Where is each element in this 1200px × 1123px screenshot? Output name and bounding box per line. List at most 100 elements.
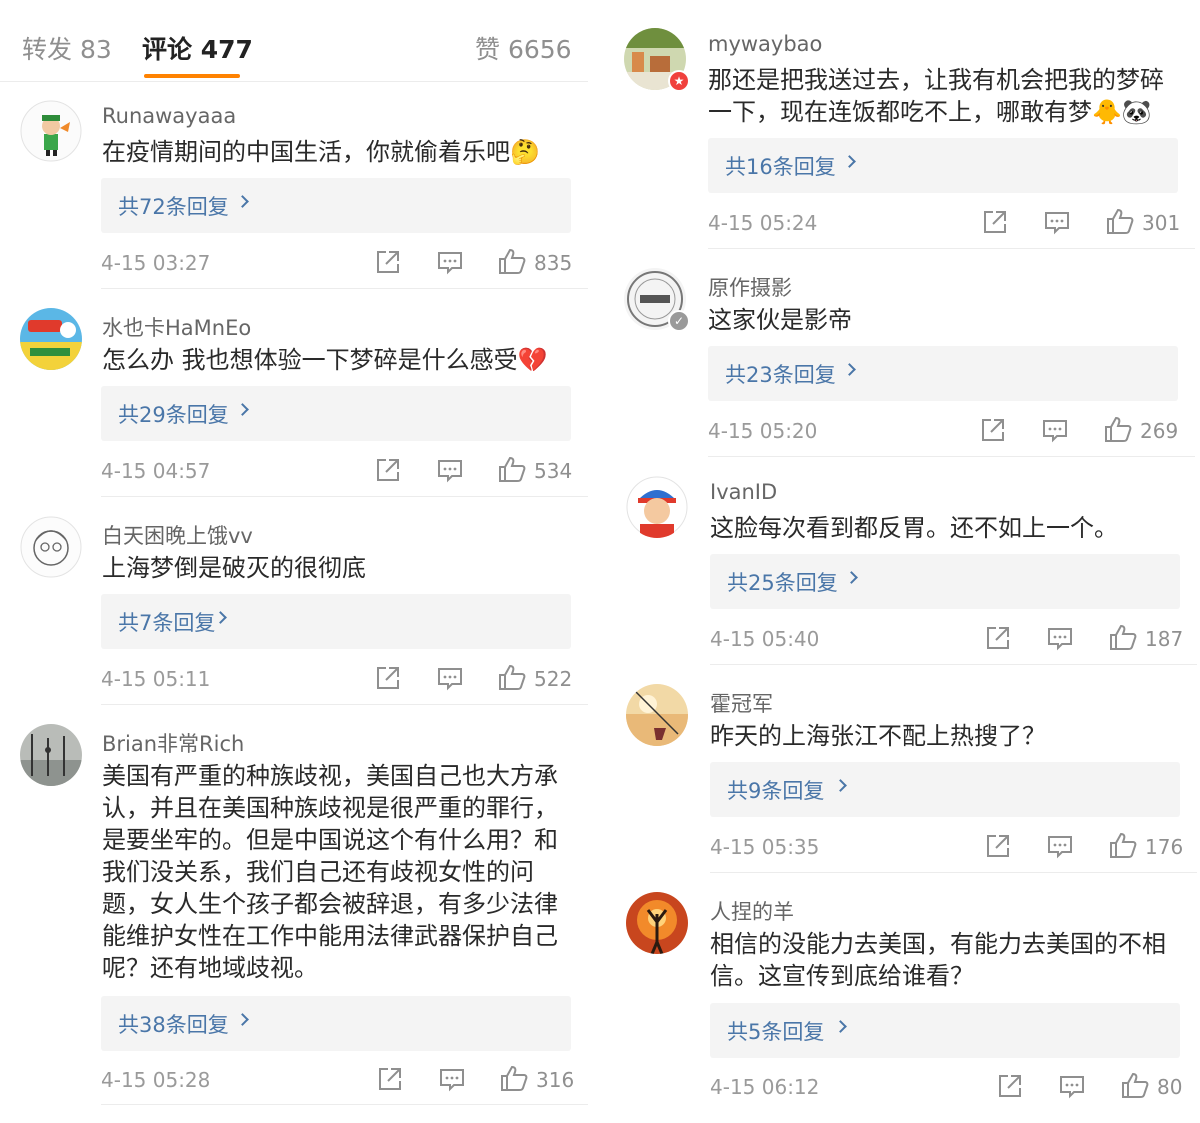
comment-icon[interactable] <box>1047 625 1073 655</box>
comment-text: 那还是把我送过去，让我有机会把我的梦碎一下，现在连饭都吃不上，哪敢有梦🐥🐼 <box>708 66 1164 126</box>
share-icon[interactable] <box>985 625 1011 655</box>
comment-time: 4-15 05:28 <box>101 1068 211 1092</box>
like-icon[interactable] <box>1109 623 1137 655</box>
like-count: 522 <box>534 667 573 691</box>
like-icon[interactable] <box>1121 1071 1149 1103</box>
comment-icon[interactable] <box>437 665 463 695</box>
view-replies-button[interactable]: 共23条回复 <box>708 346 1178 401</box>
share-icon[interactable] <box>985 833 1011 863</box>
comment-item: ★ mywaybao 那还是把我送过去，让我有机会把我的梦碎一下，现在连饭都吃不… <box>604 28 1200 250</box>
username[interactable]: 霍冠军 <box>710 688 773 718</box>
comment-meta: 4-15 06:12 80 <box>710 1069 1183 1105</box>
share-icon[interactable] <box>982 209 1008 239</box>
comment-text: 上海梦倒是破灭的很彻底 <box>102 554 366 582</box>
username[interactable]: 白天困晚上饿vv <box>102 520 253 550</box>
divider <box>710 872 1197 873</box>
username[interactable]: IvanID <box>710 480 777 504</box>
username[interactable]: 人捏的羊 <box>710 896 794 926</box>
view-replies-button[interactable]: 共72条回复 <box>101 178 571 233</box>
like-count: 316 <box>536 1068 575 1092</box>
comment-icon[interactable] <box>437 249 463 279</box>
comment-text: 这家伙是影帝 <box>708 306 852 334</box>
comment-tabs: 转发 83 评论 477 赞 6656 <box>0 0 588 82</box>
share-icon[interactable] <box>377 1066 403 1096</box>
divider <box>101 496 588 497</box>
user-avatar[interactable] <box>20 100 82 162</box>
user-avatar[interactable] <box>20 516 82 578</box>
user-avatar[interactable] <box>20 308 82 370</box>
view-replies-button[interactable]: 共25条回复 <box>710 554 1180 609</box>
username[interactable]: Brian非常Rich <box>102 728 244 758</box>
comment-icon[interactable] <box>437 457 463 487</box>
share-icon[interactable] <box>375 249 401 279</box>
like-icon[interactable] <box>1104 415 1132 447</box>
comment-meta: 4-15 05:24 301 <box>708 205 1181 241</box>
comment-text: 这脸每次看到都反胃。还不如上一个。 <box>710 514 1118 542</box>
tab-repost[interactable]: 转发 83 <box>22 30 112 66</box>
comment-time: 4-15 05:11 <box>101 667 211 691</box>
view-replies-button[interactable]: 共29条回复 <box>101 386 571 441</box>
like-icon[interactable] <box>500 1064 528 1096</box>
view-replies-button[interactable]: 共38条回复 <box>101 996 571 1051</box>
like-count: 301 <box>1142 211 1181 235</box>
replies-count-label: 共25条回复 <box>727 571 838 595</box>
view-replies-button[interactable]: 共9条回复 <box>710 762 1180 817</box>
like-icon[interactable] <box>1109 831 1137 863</box>
comment-item: 白天困晚上饿vv 上海梦倒是破灭的很彻底 共7条回复 4-15 05:11 52… <box>0 516 588 706</box>
replies-count-label: 共7条回复 <box>118 611 216 635</box>
divider <box>101 1104 588 1105</box>
like-count: 80 <box>1157 1075 1183 1099</box>
comment-text: 相信的没能力去美国，有能力去美国的不相信。这宣传到底给谁看？ <box>710 930 1166 990</box>
comment-text: 在疫情期间的中国生活，你就偷着乐吧🤔 <box>102 138 540 166</box>
username[interactable]: Runawayaaa <box>102 104 236 128</box>
user-avatar[interactable] <box>626 476 688 538</box>
username[interactable]: 原作摄影 <box>708 272 792 302</box>
user-avatar[interactable] <box>20 724 82 786</box>
comment-meta: 4-15 05:40 187 <box>710 621 1184 657</box>
replies-count-label: 共5条回复 <box>727 1020 825 1044</box>
like-count: 835 <box>534 251 573 275</box>
username[interactable]: mywaybao <box>708 32 822 56</box>
right-comment-column: ★ mywaybao 那还是把我送过去，让我有机会把我的梦碎一下，现在连饭都吃不… <box>604 0 1200 1123</box>
view-replies-button[interactable]: 共5条回复 <box>710 1003 1180 1058</box>
chevron-right-icon <box>845 571 858 584</box>
like-icon[interactable] <box>498 663 526 695</box>
verified-badge-icon: ★ <box>668 70 690 92</box>
share-icon[interactable] <box>980 417 1006 447</box>
comment-item: IvanID 这脸每次看到都反胃。还不如上一个。 共25条回复 4-15 05:… <box>604 476 1200 666</box>
comment-icon[interactable] <box>439 1066 465 1096</box>
comment-icon[interactable] <box>1044 209 1070 239</box>
view-replies-button[interactable]: 共16条回复 <box>708 138 1178 193</box>
comment-icon[interactable] <box>1042 417 1068 447</box>
view-replies-button[interactable]: 共7条回复 <box>101 594 571 649</box>
comment-meta: 4-15 05:28 316 <box>101 1062 575 1098</box>
like-count: 176 <box>1145 835 1184 859</box>
chevron-right-icon <box>834 779 847 792</box>
like-icon[interactable] <box>498 455 526 487</box>
comment-text: 怎么办 我也想体验一下梦碎是什么感受💔 <box>102 346 548 374</box>
comment-meta: 4-15 05:35 176 <box>710 829 1184 865</box>
tab-likes[interactable]: 赞 6656 <box>475 30 572 66</box>
comment-time: 4-15 03:27 <box>101 251 211 275</box>
comment-icon[interactable] <box>1047 833 1073 863</box>
tab-comments[interactable]: 评论 477 <box>142 30 253 66</box>
chevron-right-icon <box>843 155 856 168</box>
chevron-right-icon <box>236 403 249 416</box>
share-icon[interactable] <box>997 1073 1023 1103</box>
share-icon[interactable] <box>375 457 401 487</box>
share-icon[interactable] <box>375 665 401 695</box>
chevron-right-icon <box>843 363 856 376</box>
divider <box>101 704 588 705</box>
active-tab-indicator <box>144 74 240 78</box>
like-icon[interactable] <box>1106 207 1134 239</box>
comment-icon[interactable] <box>1059 1073 1085 1103</box>
left-comment-column: 转发 83 评论 477 赞 6656 Runawayaaa 在疫情期间的中国生… <box>0 0 588 1123</box>
user-avatar[interactable] <box>626 892 688 954</box>
user-avatar[interactable] <box>626 684 688 746</box>
like-count: 187 <box>1145 627 1184 651</box>
like-count: 269 <box>1140 419 1179 443</box>
comment-meta: 4-15 05:11 522 <box>101 661 573 697</box>
username[interactable]: 水也卡HaMnEo <box>102 312 251 342</box>
like-icon[interactable] <box>498 247 526 279</box>
replies-count-label: 共16条回复 <box>725 155 836 179</box>
